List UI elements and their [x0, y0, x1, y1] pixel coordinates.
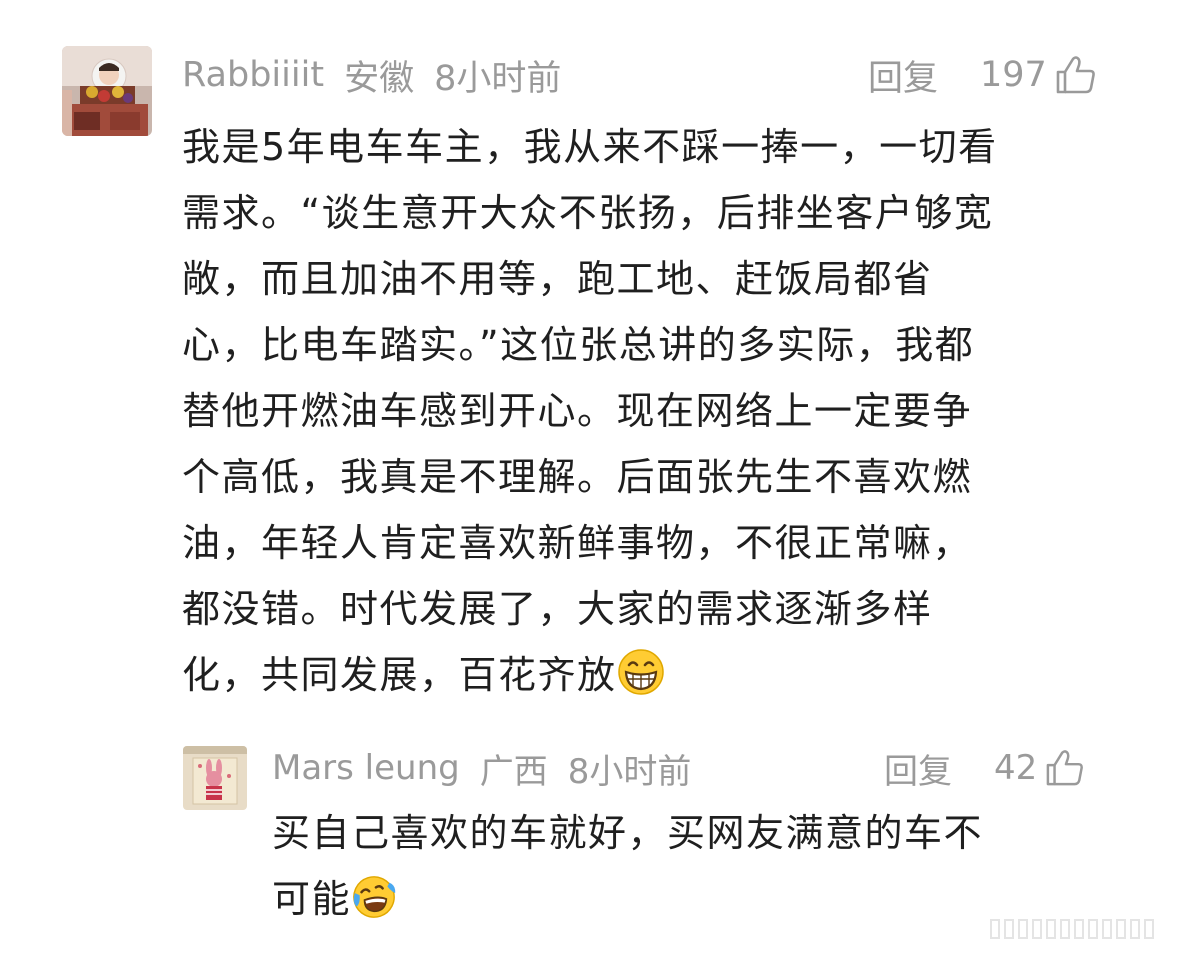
reply-timestamp: 8小时前 — [567, 751, 692, 792]
comment-line: 个高低，我真是不理解。后面张先生不喜欢燃 — [182, 455, 973, 499]
reply-location: 广西 — [479, 751, 548, 792]
reply-avatar[interactable] — [183, 746, 247, 810]
comment-line-last: 化，共同发展，百花齐放 — [182, 642, 998, 708]
comment-line: 化，共同发展，百花齐放 — [182, 653, 617, 697]
thumbs-up-icon[interactable] — [1055, 55, 1097, 95]
reply-username[interactable]: Mars leung — [272, 748, 460, 788]
location: 安徽 — [344, 58, 415, 99]
reply-meta: Mars leung 广西 8小时前 — [272, 746, 692, 792]
comment-line: 心，比电车踏实。”这位张总讲的多实际，我都 — [182, 323, 975, 367]
comment-line: 需求。“谈生意开大众不张扬，后排坐客户够宽 — [182, 191, 994, 235]
comment-body: 我是5年电车车主，我从来不踩一捧一，一切看 需求。“谈生意开大众不张扬，后排坐客… — [182, 114, 998, 708]
thumbs-up-icon[interactable] — [1045, 749, 1085, 787]
reply-button[interactable]: 回复 — [868, 50, 938, 101]
reply-like-count: 42 — [994, 748, 1038, 788]
grinning-face-emoji — [617, 649, 665, 697]
reply-line: 买自己喜欢的车就好，买网友满意的车不 — [272, 811, 984, 855]
username[interactable]: Rabbiiiit — [182, 55, 324, 95]
comment-line: 油，年轻人肯定喜欢新鲜事物，不很正常嘛， — [182, 521, 973, 565]
timestamp: 8小时前 — [434, 58, 562, 99]
comment-line: 替他开燃油车感到开心。现在网络上一定要争 — [182, 389, 973, 433]
reply-body: 买自己喜欢的车就好，买网友满意的车不 可能 — [272, 800, 983, 932]
comment-meta: Rabbiiiit 安徽 8小时前 — [182, 52, 562, 99]
reply-line-last: 可能 — [272, 866, 983, 932]
comment-line: 敞，而且加油不用等，跑工地、赶饭局都省 — [182, 257, 933, 301]
comment-line: 我是5年电车车主，我从来不踩一捧一，一切看 — [182, 125, 998, 169]
comment-actions: 回复 197 — [868, 50, 1097, 101]
laughing-crying-emoji — [351, 876, 397, 921]
reply-actions: 回复 42 — [884, 744, 1085, 793]
like-count: 197 — [980, 55, 1047, 95]
avatar[interactable] — [62, 46, 152, 136]
comment-line: 都没错。时代发展了，大家的需求逐渐多样 — [182, 587, 933, 631]
reply-line: 可能 — [272, 877, 352, 921]
watermark-logo — [989, 914, 1169, 944]
reply-reply-button[interactable]: 回复 — [884, 744, 952, 793]
